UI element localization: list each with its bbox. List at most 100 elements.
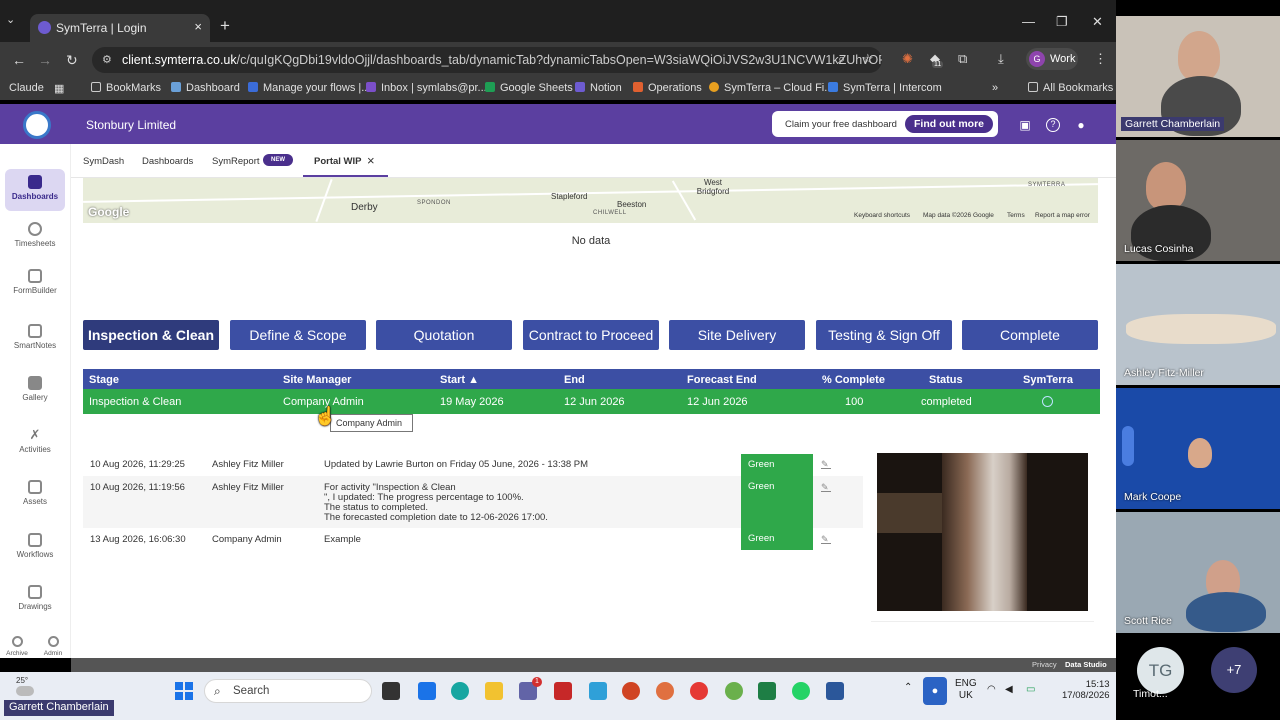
powerpoint-icon[interactable]	[622, 682, 640, 700]
url-field[interactable]: ⚙ client.symterra.co.uk/c/quIgKQgDbi19vl…	[92, 47, 882, 73]
participant-avatar-tg[interactable]: TG	[1137, 647, 1184, 694]
new-tab-icon[interactable]: +	[220, 16, 230, 36]
more-bookmarks-icon[interactable]: »	[992, 82, 998, 94]
site-photo[interactable]	[877, 453, 1088, 611]
stage-button-site-delivery[interactable]: Site Delivery	[669, 320, 805, 350]
forward-icon[interactable]: →	[38, 52, 52, 68]
bookmark-notion[interactable]: Notion	[575, 82, 622, 94]
user-account-icon[interactable]: ●	[1074, 118, 1088, 132]
sidebar-item-formbuilder[interactable]: FormBuilder	[5, 263, 65, 305]
privacy-link[interactable]: Privacy	[1032, 660, 1057, 669]
sidebar-item-activities[interactable]: ✗ Activities	[5, 422, 65, 464]
taskbar-clock[interactable]: 15:13 17/08/2026	[1062, 679, 1110, 701]
map-terms[interactable]: Terms	[1007, 212, 1025, 219]
tab-portal-wip[interactable]: Portal WIP	[314, 156, 362, 167]
edit-icon[interactable]: ✎	[821, 534, 831, 544]
sidebar-item-drawings[interactable]: Drawings	[5, 579, 65, 621]
tab-symreport[interactable]: SymReport	[212, 156, 260, 167]
header-end[interactable]: End	[564, 374, 585, 386]
stonbury-logo[interactable]	[23, 111, 51, 139]
profile-button[interactable]: G Work	[1026, 48, 1078, 70]
map-keyboard-shortcuts[interactable]: Keyboard shortcuts	[854, 212, 910, 219]
table-row[interactable]: Inspection & Clean Company Admin 19 May …	[83, 389, 1100, 414]
site-info-icon[interactable]: ⚙	[102, 53, 112, 66]
outlook-icon[interactable]	[418, 682, 436, 700]
stage-button-contract-to-proceed[interactable]: Contract to Proceed	[523, 320, 659, 350]
stage-button-complete[interactable]: Complete	[962, 320, 1098, 350]
bookmark-symterra-cloud[interactable]: SymTerra – Cloud Fi...	[709, 82, 833, 94]
sidebar-item-workflows[interactable]: Workflows	[5, 527, 65, 569]
data-studio-link[interactable]: Data Studio	[1065, 660, 1107, 669]
log-row[interactable]: 10 Aug 2026, 11:19:56 Ashley Fitz Miller…	[83, 476, 863, 528]
tab-list-chevron-icon[interactable]: ⌄	[6, 13, 15, 26]
claude-app-icon[interactable]	[656, 682, 674, 700]
video-tile-ashley[interactable]: Ashley Fitz-Miller	[1116, 264, 1280, 385]
edit-icon[interactable]: ✎	[821, 459, 831, 469]
stage-button-inspection-clean[interactable]: Inspection & Clean	[83, 320, 219, 350]
video-tile-lucas[interactable]: Lucas Cosinha	[1116, 140, 1280, 261]
windows-start-icon[interactable]	[175, 682, 193, 700]
header-symterra[interactable]: SymTerra	[1023, 374, 1073, 386]
tab-symdash[interactable]: SymDash	[83, 156, 124, 167]
map-report-error[interactable]: Report a map error	[1035, 212, 1090, 219]
all-bookmarks[interactable]: All Bookmarks	[1028, 82, 1113, 94]
stage-button-testing-sign-off[interactable]: Testing & Sign Off	[816, 320, 952, 350]
browser-tab[interactable]: SymTerra | Login ×	[30, 14, 210, 42]
chrome-icon[interactable]	[690, 682, 708, 700]
taskbar-search[interactable]: ⌕ Search	[204, 679, 372, 703]
whatsapp-icon[interactable]	[792, 682, 810, 700]
bookmark-claude[interactable]: Claude	[9, 82, 44, 94]
sidebar-item-assets[interactable]: Assets	[5, 474, 65, 516]
video-tile-scott[interactable]: Scott Rice	[1116, 512, 1280, 633]
close-tab-icon[interactable]: ×	[194, 19, 202, 34]
snipping-tool-icon[interactable]	[589, 682, 607, 700]
video-tile-garrett[interactable]: Garrett Chamberlain	[1116, 16, 1280, 137]
language-indicator[interactable]: ENG UK	[955, 678, 977, 702]
sidebar-item-gallery[interactable]: Gallery	[5, 370, 65, 412]
find-out-more-button[interactable]: Find out more	[905, 115, 993, 133]
reload-icon[interactable]: ↻	[66, 52, 78, 69]
sidebar-item-timesheets[interactable]: Timesheets	[5, 216, 65, 258]
word-icon[interactable]	[826, 682, 844, 700]
wifi-icon[interactable]: ◠	[987, 684, 996, 695]
app-spiral-icon[interactable]	[725, 682, 743, 700]
bitdefender-icon[interactable]	[554, 682, 572, 700]
download-icon[interactable]: ⤓	[998, 51, 1004, 67]
back-icon[interactable]: ←	[12, 52, 26, 68]
header-site-manager[interactable]: Site Manager	[283, 374, 351, 386]
header-start[interactable]: Start ▲	[440, 374, 479, 386]
map[interactable]: Derby SPONDON Stapleford CHILWELL Beesto…	[83, 178, 1098, 223]
extension-claude-icon[interactable]: ✺	[902, 51, 913, 67]
bookmark-star-icon[interactable]: ☆	[862, 51, 874, 67]
sidebar-item-admin[interactable]: Admin	[38, 636, 68, 657]
close-window-icon[interactable]: ✕	[1092, 14, 1103, 30]
file-explorer-icon[interactable]	[485, 682, 503, 700]
edit-icon[interactable]: ✎	[821, 482, 831, 492]
header-percent-complete[interactable]: % Complete	[822, 374, 885, 386]
extensions-puzzle-icon[interactable]: ⧉	[958, 51, 967, 67]
globe-icon[interactable]	[1042, 396, 1053, 410]
header-forecast-end[interactable]: Forecast End	[687, 374, 757, 386]
clipboard-icon[interactable]: ▣	[1018, 118, 1032, 132]
microphone-icon[interactable]: ●	[923, 677, 947, 705]
bookmark-operations[interactable]: Operations	[633, 82, 702, 94]
task-view-icon[interactable]	[382, 682, 400, 700]
bookmark-flows[interactable]: Manage your flows |...	[248, 82, 370, 94]
bookmark-folder-bookmarks[interactable]: BookMarks	[91, 82, 161, 94]
zoom-search-icon[interactable]: ⌕	[838, 51, 845, 67]
log-row[interactable]: 13 Aug 2026, 16:06:30 Company Admin Exam…	[83, 528, 863, 552]
sidebar-item-smartnotes[interactable]: SmartNotes	[5, 318, 65, 360]
excel-icon[interactable]	[758, 682, 776, 700]
video-tile-mark[interactable]: Mark Coope	[1116, 388, 1280, 509]
battery-icon[interactable]: ▭	[1026, 684, 1035, 695]
stage-button-define-scope[interactable]: Define & Scope	[230, 320, 366, 350]
header-status[interactable]: Status	[929, 374, 963, 386]
restore-icon[interactable]: ❐	[1056, 14, 1068, 30]
minimize-icon[interactable]: —	[1022, 14, 1035, 29]
volume-icon[interactable]: ◀	[1005, 684, 1013, 695]
help-icon[interactable]: ?	[1046, 118, 1060, 132]
log-row[interactable]: 10 Aug 2026, 11:29:25 Ashley Fitz Miller…	[83, 452, 863, 476]
weather-widget[interactable]: 25°	[16, 676, 34, 696]
browser-menu-icon[interactable]: ⋮	[1094, 51, 1107, 67]
tray-chevron-icon[interactable]: ⌃	[904, 682, 912, 693]
